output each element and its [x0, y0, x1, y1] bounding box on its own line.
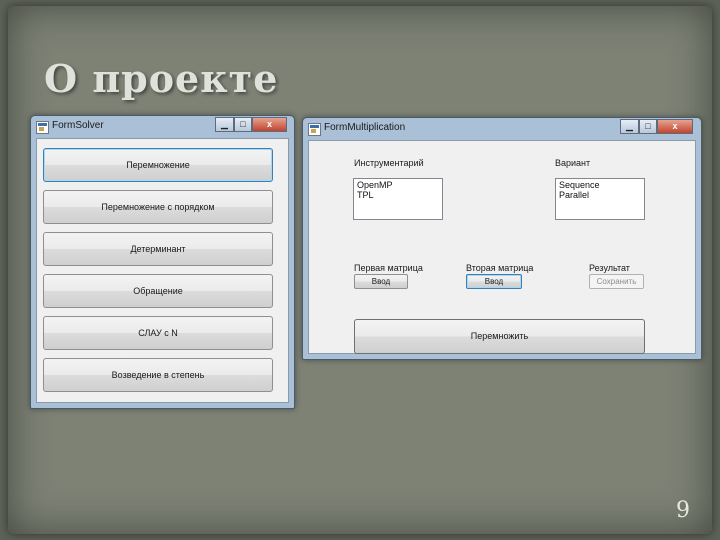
second-matrix-label: Вторая матрица: [466, 263, 534, 273]
multiply-ordered-button[interactable]: Перемножение с порядком: [43, 190, 273, 224]
multiply-button[interactable]: Перемножить: [354, 319, 645, 354]
maximize-button[interactable]: □: [639, 119, 657, 134]
minimize-button[interactable]: ▁: [215, 117, 234, 132]
form-multiplication-window: FormMultiplication ▁ □ x Инструментарий …: [302, 117, 702, 360]
list-item[interactable]: Sequence: [559, 180, 641, 190]
close-button[interactable]: x: [657, 119, 693, 134]
result-label: Результат: [589, 263, 630, 273]
first-matrix-input-button[interactable]: Ввод: [354, 274, 408, 289]
power-button[interactable]: Возведение в степень: [43, 358, 273, 392]
slau-button[interactable]: СЛАУ с N: [43, 316, 273, 350]
form-solver-title: FormSolver: [52, 120, 104, 131]
form-solver-window: FormSolver ▁ □ x Перемножение Перемножен…: [30, 115, 295, 409]
close-button[interactable]: x: [252, 117, 287, 132]
list-item[interactable]: TPL: [357, 190, 439, 200]
app-icon: [36, 121, 49, 134]
maximize-button[interactable]: □: [234, 117, 252, 132]
save-result-button[interactable]: Сохранить: [589, 274, 644, 289]
slide-title: О проекте: [44, 56, 279, 101]
tools-listbox[interactable]: OpenMP TPL: [353, 178, 443, 220]
form-multiplication-client: Инструментарий OpenMP TPL Вариант Sequen…: [308, 140, 696, 354]
list-item[interactable]: OpenMP: [357, 180, 439, 190]
form-multiplication-titlebar[interactable]: FormMultiplication ▁ □ x: [303, 118, 701, 140]
multiply-button[interactable]: Перемножение: [43, 148, 273, 182]
form-multiplication-title: FormMultiplication: [324, 122, 406, 133]
form-solver-client: Перемножение Перемножение с порядком Дет…: [36, 138, 289, 403]
form-solver-titlebar[interactable]: FormSolver ▁ □ x: [31, 116, 294, 138]
variant-label: Вариант: [555, 158, 591, 168]
first-matrix-label: Первая матрица: [354, 263, 423, 273]
app-icon: [308, 123, 321, 136]
variant-listbox[interactable]: Sequence Parallel: [555, 178, 645, 220]
page-number: 9: [676, 498, 690, 523]
second-matrix-input-button[interactable]: Ввод: [466, 274, 522, 289]
minimize-button[interactable]: ▁: [620, 119, 639, 134]
determinant-button[interactable]: Детерминант: [43, 232, 273, 266]
tools-label: Инструментарий: [354, 158, 424, 168]
inverse-button[interactable]: Обращение: [43, 274, 273, 308]
list-item[interactable]: Parallel: [559, 190, 641, 200]
